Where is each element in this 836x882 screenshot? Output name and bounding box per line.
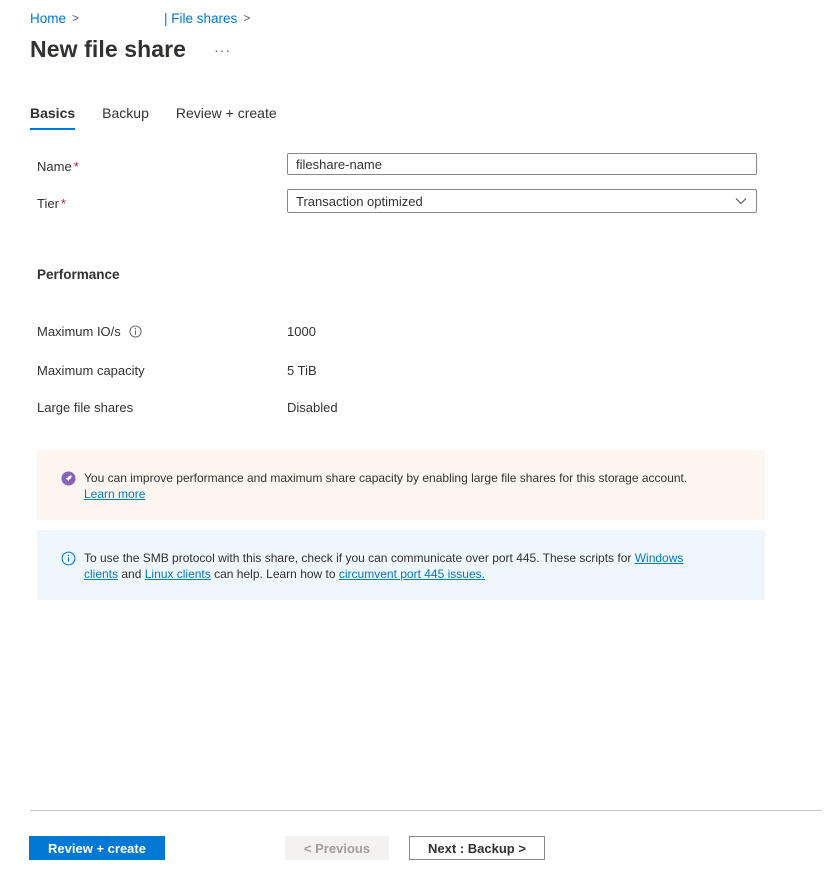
name-label: Name * bbox=[37, 159, 79, 174]
tab-backup[interactable]: Backup bbox=[102, 105, 149, 129]
chevron-down-icon bbox=[735, 198, 747, 205]
tier-label-text: Tier bbox=[37, 196, 59, 211]
chevron-right-icon: > bbox=[243, 11, 251, 25]
smb-info-banner: To use the SMB protocol with this share,… bbox=[37, 530, 765, 600]
required-asterisk: * bbox=[60, 196, 66, 211]
large-file-shares-label: Large file shares bbox=[37, 400, 133, 415]
tab-bar: Basics Backup Review + create bbox=[30, 105, 304, 130]
large-file-shares-banner: You can improve performance and maximum … bbox=[37, 450, 765, 520]
breadcrumb: Home > | File shares > bbox=[30, 9, 258, 27]
large-file-shares-value: Disabled bbox=[287, 400, 338, 415]
chevron-right-icon: > bbox=[72, 11, 80, 25]
breadcrumb-file-shares-link[interactable]: | File shares bbox=[164, 11, 237, 26]
max-iops-label: Maximum IO/s bbox=[37, 324, 142, 339]
tier-dropdown[interactable]: Transaction optimized bbox=[287, 189, 757, 213]
smb-text-1: To use the SMB protocol with this share,… bbox=[84, 551, 632, 565]
next-backup-button[interactable]: Next : Backup > bbox=[409, 836, 545, 860]
max-capacity-label: Maximum capacity bbox=[37, 363, 145, 378]
name-input[interactable] bbox=[287, 153, 757, 175]
max-iops-label-text: Maximum IO/s bbox=[37, 324, 121, 339]
more-options-button[interactable]: ··· bbox=[210, 40, 235, 60]
max-capacity-value: 5 TiB bbox=[287, 363, 317, 378]
smb-text-2: and bbox=[121, 567, 142, 581]
tab-basics[interactable]: Basics bbox=[30, 105, 76, 130]
tier-label: Tier * bbox=[37, 196, 66, 211]
banner-text: You can improve performance and maximum … bbox=[84, 471, 688, 485]
circumvent-port-link[interactable]: circumvent port 445 issues. bbox=[339, 567, 485, 581]
required-asterisk: * bbox=[73, 159, 79, 174]
learn-more-link[interactable]: Learn more bbox=[84, 487, 145, 501]
smb-text-3: can help. Learn how to bbox=[214, 567, 336, 581]
performance-heading: Performance bbox=[37, 267, 120, 282]
previous-button[interactable]: < Previous bbox=[285, 836, 389, 860]
page-header: New file share ··· bbox=[30, 36, 235, 63]
tier-selected-value: Transaction optimized bbox=[296, 193, 423, 209]
breadcrumb-home-link[interactable]: Home bbox=[30, 11, 66, 26]
footer-divider bbox=[30, 810, 822, 811]
linux-clients-link[interactable]: Linux clients bbox=[145, 567, 211, 581]
tab-review-create[interactable]: Review + create bbox=[176, 105, 277, 129]
info-icon bbox=[61, 551, 76, 566]
max-capacity-label-text: Maximum capacity bbox=[37, 363, 145, 378]
info-icon[interactable] bbox=[129, 325, 142, 338]
page-title: New file share bbox=[30, 36, 187, 62]
rocket-icon bbox=[61, 471, 76, 486]
name-label-text: Name bbox=[37, 159, 72, 174]
large-file-shares-label-text: Large file shares bbox=[37, 400, 134, 415]
review-create-button[interactable]: Review + create bbox=[29, 836, 165, 860]
max-iops-value: 1000 bbox=[287, 324, 316, 339]
